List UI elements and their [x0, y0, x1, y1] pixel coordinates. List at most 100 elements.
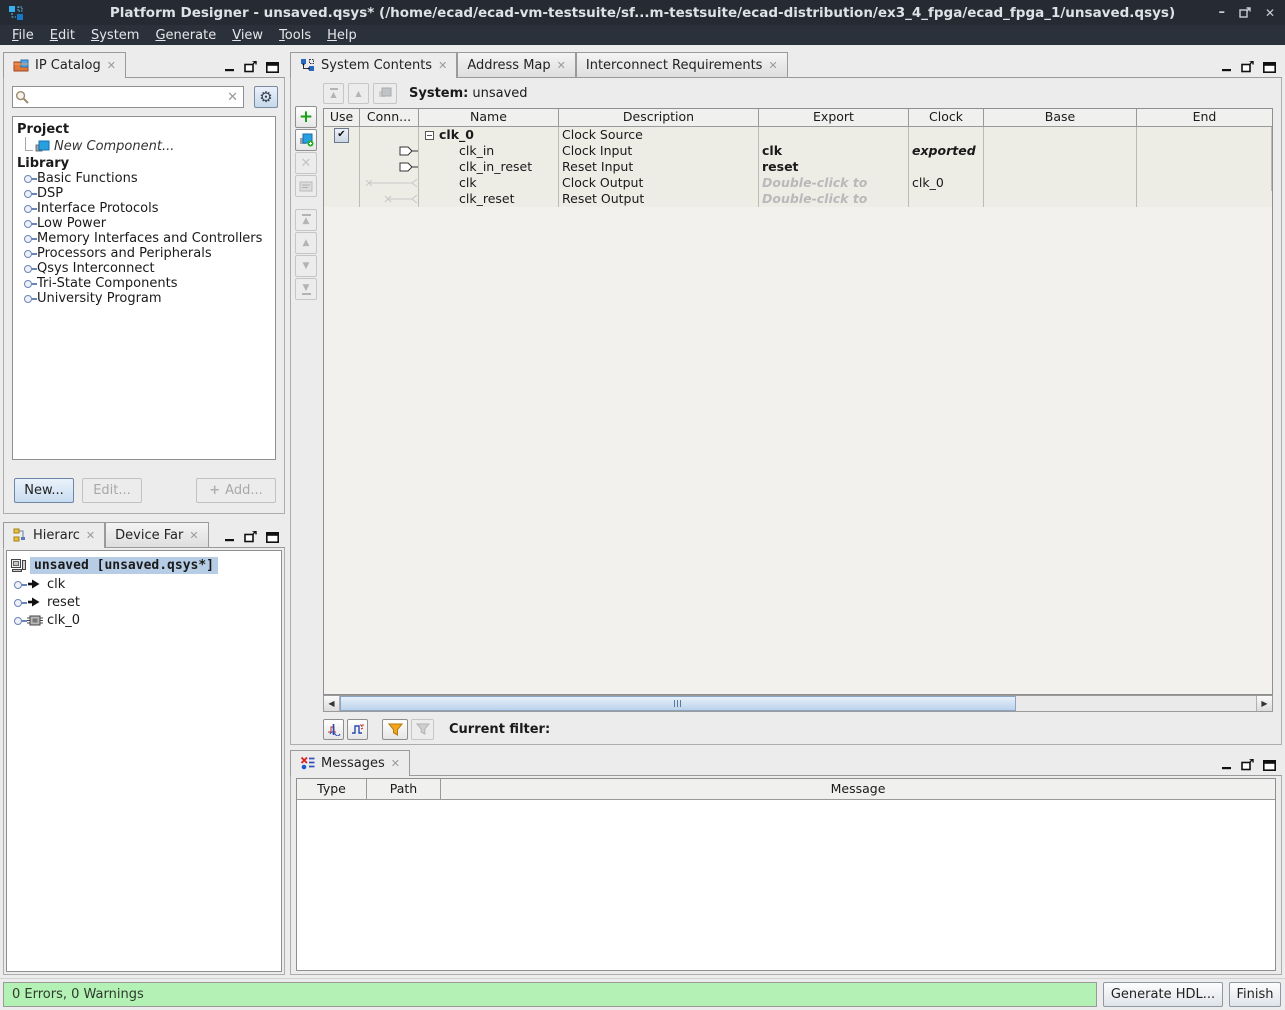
col-end[interactable]: End: [1137, 109, 1272, 126]
tab-ip-catalog[interactable]: IP Catalog ✕: [3, 52, 126, 78]
clock-cell[interactable]: [909, 191, 984, 207]
name-cell[interactable]: clk_in: [419, 143, 559, 159]
connection-port-icon[interactable]: [396, 146, 418, 156]
scroll-left-button[interactable]: ◀: [324, 696, 340, 711]
tree-handle-icon[interactable]: [23, 234, 37, 243]
menu-view[interactable]: View: [226, 27, 269, 44]
panel-float-icon[interactable]: [1241, 61, 1254, 73]
search-input[interactable]: [32, 90, 222, 105]
col-message[interactable]: Message: [441, 779, 1275, 799]
nav-top-button[interactable]: ▲: [323, 83, 344, 104]
clock-cell[interactable]: [909, 127, 984, 143]
clock-cell[interactable]: exported: [909, 143, 984, 159]
panel-float-icon[interactable]: [244, 531, 257, 543]
export-cell[interactable]: clk: [759, 143, 909, 159]
col-path[interactable]: Path: [367, 779, 441, 799]
search-clear-icon[interactable]: ✕: [222, 90, 243, 105]
tree-handle-icon[interactable]: [13, 616, 27, 625]
hierarchy-tree[interactable]: unsaved [unsaved.qsys*] clk: [6, 550, 282, 972]
tab-address-map[interactable]: Address Map ✕: [457, 52, 576, 77]
name-cell[interactable]: clk_reset: [419, 191, 559, 207]
panel-maximize-icon[interactable]: [1263, 62, 1276, 73]
scrollbar-thumb[interactable]: [340, 696, 1016, 711]
export-cell[interactable]: Double-click to: [759, 191, 909, 207]
move-bottom-button[interactable]: ▼: [295, 278, 317, 300]
toggle-connections-view-button[interactable]: [323, 719, 344, 740]
search-options-button[interactable]: ⚙: [254, 86, 278, 108]
tab-close-icon[interactable]: ✕: [86, 530, 95, 541]
col-conn[interactable]: Conn...: [360, 109, 419, 126]
tree-handle-icon[interactable]: [23, 189, 37, 198]
panel-float-icon[interactable]: [244, 61, 257, 73]
clear-filter-button[interactable]: [411, 719, 434, 740]
tree-handle-icon[interactable]: [23, 294, 37, 303]
window-close-button[interactable]: ✕: [1265, 6, 1275, 20]
library-item[interactable]: Interface Protocols: [17, 201, 275, 216]
open-parent-system-button[interactable]: [373, 83, 397, 104]
conn-cell[interactable]: [360, 159, 419, 175]
tab-device-family[interactable]: Device Far ✕: [105, 522, 208, 547]
add-component-button[interactable]: +: [295, 106, 317, 128]
name-cell[interactable]: clk_in_reset: [419, 159, 559, 175]
remove-button[interactable]: ✕: [295, 152, 317, 174]
clock-cell[interactable]: [909, 159, 984, 175]
library-item[interactable]: Low Power: [17, 216, 275, 231]
window-minimize-button[interactable]: –: [1218, 5, 1225, 20]
hierarchy-item-reset[interactable]: reset: [7, 593, 281, 611]
move-down-button[interactable]: ▼: [295, 255, 317, 277]
name-cell[interactable]: clk_0: [419, 127, 559, 143]
tab-hierarchy[interactable]: Hierarc ✕: [3, 522, 105, 548]
clock-cell[interactable]: clk_0: [909, 175, 984, 191]
edit-component-button[interactable]: [295, 175, 317, 197]
new-button[interactable]: New...: [14, 478, 74, 503]
conn-cell[interactable]: [360, 143, 419, 159]
conn-cell[interactable]: [360, 191, 419, 207]
tree-handle-icon[interactable]: [23, 204, 37, 213]
panel-minimize-icon[interactable]: [225, 62, 235, 72]
tab-close-icon[interactable]: ✕: [189, 530, 198, 541]
nav-up-button[interactable]: ▲: [348, 83, 369, 104]
window-restore-button[interactable]: [1239, 7, 1251, 19]
library-item[interactable]: Qsys Interconnect: [17, 261, 275, 276]
ip-catalog-tree[interactable]: Project New Component... Library Basic F…: [12, 116, 276, 460]
tab-close-icon[interactable]: ✕: [768, 60, 777, 71]
tree-handle-icon[interactable]: [23, 219, 37, 228]
add-button[interactable]: + Add...: [196, 478, 276, 503]
library-item[interactable]: Tri-State Components: [17, 276, 275, 291]
col-description[interactable]: Description: [559, 109, 759, 126]
panel-maximize-icon[interactable]: [1263, 760, 1276, 771]
scroll-right-button[interactable]: ▶: [1256, 696, 1272, 711]
connection-port-icon[interactable]: [396, 162, 418, 172]
finish-button[interactable]: Finish: [1229, 982, 1281, 1007]
base-cell[interactable]: [984, 127, 1137, 143]
menu-edit[interactable]: Edit: [44, 27, 81, 44]
tree-handle-icon[interactable]: [23, 249, 37, 258]
conn-cell[interactable]: [360, 175, 419, 191]
move-top-button[interactable]: ▲: [295, 209, 317, 231]
col-use[interactable]: Use: [324, 109, 360, 126]
tab-close-icon[interactable]: ✕: [107, 60, 116, 71]
edit-button[interactable]: Edit...: [82, 478, 142, 503]
toggle-interfaces-view-button[interactable]: [347, 719, 368, 740]
panel-maximize-icon[interactable]: [266, 532, 279, 543]
library-item[interactable]: University Program: [17, 291, 275, 306]
use-checkbox[interactable]: ✔: [334, 128, 349, 143]
tab-messages[interactable]: Messages ✕: [290, 750, 410, 776]
library-item[interactable]: DSP: [17, 186, 275, 201]
col-export[interactable]: Export: [759, 109, 909, 126]
library-item[interactable]: Memory Interfaces and Controllers: [17, 231, 275, 246]
tab-close-icon[interactable]: ✕: [391, 758, 400, 769]
filter-button[interactable]: [382, 719, 408, 740]
panel-minimize-icon[interactable]: [1222, 62, 1232, 72]
col-type[interactable]: Type: [297, 779, 367, 799]
export-cell[interactable]: reset: [759, 159, 909, 175]
tree-handle-icon[interactable]: [23, 174, 37, 183]
panel-maximize-icon[interactable]: [266, 62, 279, 73]
hierarchy-root-item[interactable]: unsaved [unsaved.qsys*]: [7, 555, 281, 575]
menu-tools[interactable]: Tools: [273, 27, 317, 44]
tab-close-icon[interactable]: ✕: [557, 60, 566, 71]
move-up-button[interactable]: ▲: [295, 232, 317, 254]
library-item[interactable]: Processors and Peripherals: [17, 246, 275, 261]
menu-system[interactable]: System: [85, 27, 146, 44]
menu-file[interactable]: File: [6, 27, 40, 44]
